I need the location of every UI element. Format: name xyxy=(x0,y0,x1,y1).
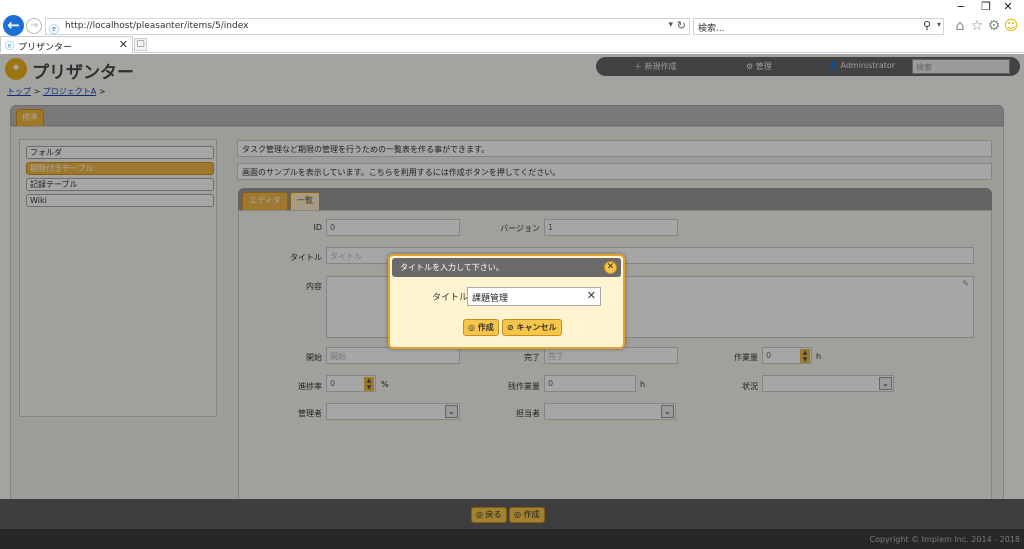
restore-button[interactable]: ❐ xyxy=(976,0,996,14)
dialog-title: タイトルを入力して下さい。 xyxy=(400,263,504,272)
home-icon[interactable]: ⌂ xyxy=(951,18,969,34)
chevron-down-icon[interactable]: ▾ xyxy=(937,20,941,29)
address-row: ← → ⓔ http://localhost/pleasanter/items/… xyxy=(0,14,1024,36)
ie-page-icon: ⓔ xyxy=(49,25,59,36)
browser-tab[interactable]: ⓔ プリザンター ✕ xyxy=(0,36,133,53)
dialog-input-value: 課題管理 xyxy=(472,294,509,304)
star-icon[interactable]: ☆ xyxy=(968,18,986,34)
gear-icon[interactable]: ⚙ xyxy=(985,18,1003,34)
new-tab-icon: ▢ xyxy=(136,39,145,49)
minimize-button[interactable]: − xyxy=(951,0,971,14)
dialog-title-input[interactable]: 課題管理 ✕ xyxy=(467,287,601,306)
arrow-right-icon: → xyxy=(29,20,39,31)
forward-button[interactable]: → xyxy=(26,18,42,34)
search-icon[interactable]: ⚲ xyxy=(923,19,931,32)
dialog-create-button[interactable]: ◎ 作成 xyxy=(463,319,499,336)
window-titlebar: − ❐ ✕ xyxy=(0,0,1024,14)
url-text[interactable]: http://localhost/pleasanter/items/5/inde… xyxy=(65,21,248,31)
new-tab-button[interactable]: ▢ xyxy=(134,38,147,51)
title-input-dialog: タイトルを入力して下さい。 ✕ タイトル 課題管理 ✕ ◎ 作成 ⊘ キャンセル xyxy=(388,254,625,349)
close-icon[interactable]: ✕ xyxy=(119,38,128,51)
dialog-cancel-button[interactable]: ⊘ キャンセル xyxy=(502,319,562,336)
browser-tab-row: ⓔ プリザンター ✕ ▢ xyxy=(0,36,1024,53)
chevron-down-icon[interactable]: ▾ xyxy=(668,20,673,30)
tab-title: プリザンター xyxy=(18,43,73,53)
dialog-titlebar: タイトルを入力して下さい。 ✕ xyxy=(392,258,621,277)
close-window-button[interactable]: ✕ xyxy=(998,0,1018,14)
arrow-left-icon: ← xyxy=(7,16,20,34)
refresh-icon[interactable]: ↻ xyxy=(677,19,686,32)
dialog-title-label: タイトル xyxy=(432,293,469,303)
search-placeholder[interactable]: 検索... xyxy=(698,21,725,34)
back-button[interactable]: ← xyxy=(3,15,24,36)
browser-search-box[interactable]: 検索... ⚲ ▾ xyxy=(693,18,944,35)
close-icon[interactable]: ✕ xyxy=(604,261,617,274)
ie-page-icon: ⓔ xyxy=(5,42,15,52)
address-bar[interactable]: ⓔ http://localhost/pleasanter/items/5/in… xyxy=(45,18,690,36)
smiley-icon[interactable]: ☺ xyxy=(1002,18,1020,34)
clear-icon[interactable]: ✕ xyxy=(587,289,596,302)
